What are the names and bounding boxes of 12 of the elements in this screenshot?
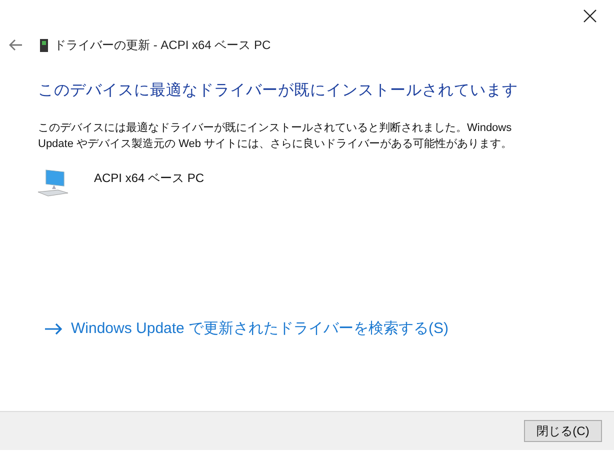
back-arrow-icon — [9, 39, 23, 51]
message-text: このデバイスには最適なドライバーが既にインストールされていると判断されました。Windows Update やデバイス製造元の Web サイトには、さらに良いドライバーがある可能性があります。 — [38, 120, 514, 152]
device-icon — [40, 38, 48, 52]
back-button[interactable] — [8, 37, 24, 53]
computer-icon — [38, 168, 70, 198]
close-icon — [583, 9, 597, 23]
heading: このデバイスに最適なドライバーが既にインストールされています — [38, 81, 519, 101]
arrow-icon — [45, 323, 63, 336]
close-dialog-button[interactable]: 閉じる(C) — [524, 420, 602, 442]
device-name: ACPI x64 ベース PC — [94, 170, 204, 187]
search-link[interactable]: Windows Update で更新されたドライバーを検索する(S) — [45, 318, 449, 340]
window-title: ドライバーの更新 - ACPI x64 ベース PC — [54, 37, 271, 54]
